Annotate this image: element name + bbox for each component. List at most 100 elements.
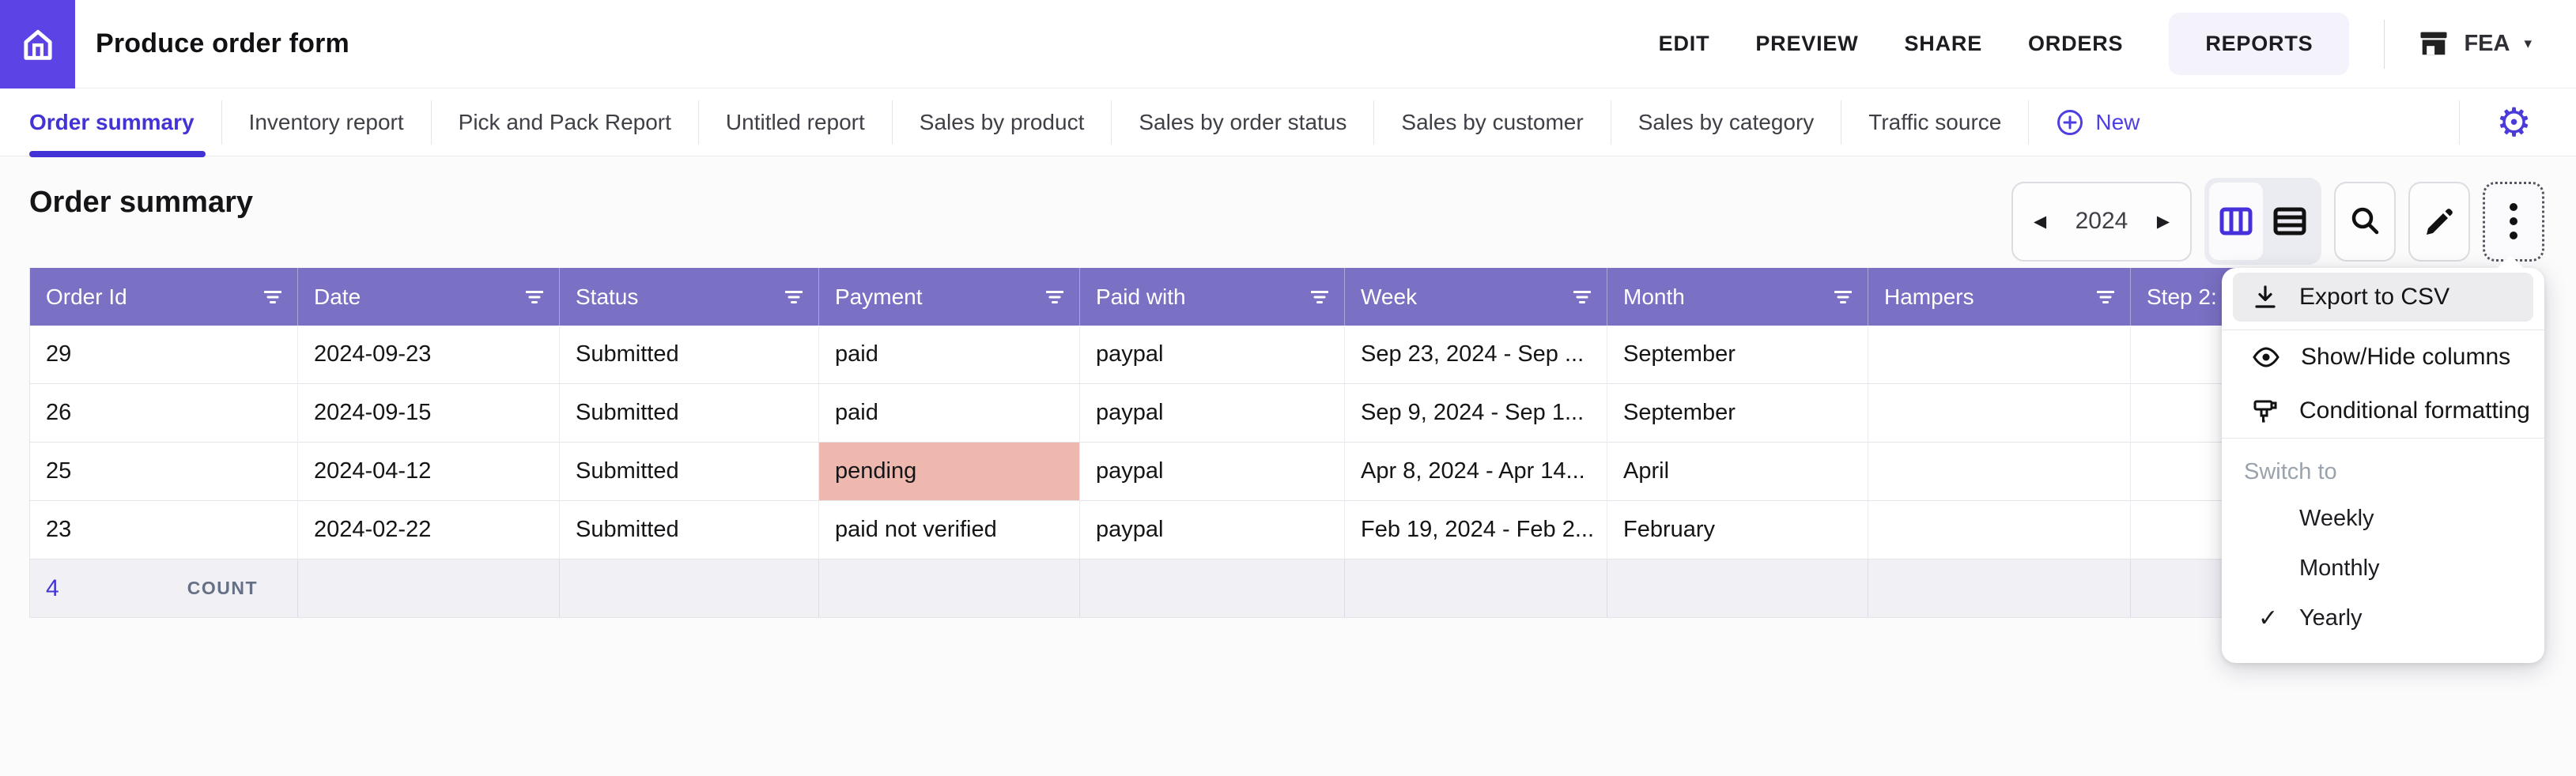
show-hide-columns-label: Show/Hide columns — [2301, 344, 2510, 371]
switch-to-label: Switch to — [2222, 450, 2544, 494]
new-report-label: New — [2095, 110, 2140, 135]
previous-year-button[interactable]: ◀ — [2034, 212, 2046, 232]
cell-order-id: 25 — [30, 443, 298, 501]
app-title: Produce order form — [96, 28, 349, 59]
switch-weekly-option[interactable]: Weekly — [2222, 494, 2544, 544]
cell-order-id: 26 — [30, 384, 298, 443]
column-header-paid-with[interactable]: Paid with — [1080, 268, 1345, 326]
cell-week: Sep 9, 2024 - Sep 1... — [1345, 384, 1607, 443]
row-view-button[interactable] — [2263, 183, 2317, 260]
tab-sales-by-category[interactable]: Sales by category — [1611, 89, 1841, 156]
column-label: Payment — [835, 284, 923, 310]
conditional-formatting-label: Conditional formatting — [2299, 397, 2530, 424]
home-button[interactable] — [0, 0, 75, 89]
conditional-formatting-item[interactable]: Conditional formatting — [2222, 384, 2544, 438]
share-button[interactable]: SHARE — [1904, 32, 1982, 56]
column-label: Hampers — [1884, 284, 1974, 310]
paint-roller-icon — [2252, 397, 2279, 424]
next-year-button[interactable]: ▶ — [2157, 212, 2170, 232]
column-header-order-id[interactable]: Order Id — [30, 268, 298, 326]
table-body: 29 2024-09-23 Submitted paid paypal Sep … — [30, 326, 2269, 559]
footer-cell — [560, 559, 819, 617]
count-label: COUNT — [187, 578, 258, 599]
more-options-button[interactable] — [2483, 182, 2544, 262]
table-row[interactable]: 25 2024-04-12 Submitted pending paypal A… — [30, 443, 2269, 501]
tab-sales-by-order-status[interactable]: Sales by order status — [1112, 89, 1373, 156]
table-row[interactable]: 26 2024-09-15 Submitted paid paypal Sep … — [30, 384, 2269, 443]
tab-pick-and-pack[interactable]: Pick and Pack Report — [432, 89, 698, 156]
tab-separator — [2459, 100, 2460, 145]
report-content: Order summary ◀ 2024 ▶ — [0, 157, 2576, 776]
tab-untitled-report[interactable]: Untitled report — [699, 89, 892, 156]
filter-icon[interactable] — [1834, 290, 1852, 304]
search-button[interactable] — [2334, 182, 2396, 262]
account-menu[interactable]: FEA ▾ — [2416, 27, 2532, 62]
column-header-week[interactable]: Week — [1345, 268, 1607, 326]
filter-icon[interactable] — [785, 290, 803, 304]
cell-week: Sep 23, 2024 - Sep ... — [1345, 326, 1607, 384]
tab-sales-by-product[interactable]: Sales by product — [893, 89, 1112, 156]
cell-status: Submitted — [560, 443, 819, 501]
cell-month: September — [1607, 326, 1868, 384]
table-row[interactable]: 29 2024-09-23 Submitted paid paypal Sep … — [30, 326, 2269, 384]
cell-payment-pending: pending — [819, 443, 1080, 501]
chevron-down-icon: ▾ — [2524, 35, 2532, 53]
cell-status: Submitted — [560, 501, 819, 559]
cell-date: 2024-04-12 — [298, 443, 560, 501]
export-to-csv-item[interactable]: Export to CSV — [2233, 273, 2533, 322]
report-toolbar: ◀ 2024 ▶ — [2011, 178, 2544, 265]
column-label: Week — [1361, 284, 1417, 310]
search-icon — [2347, 204, 2382, 239]
cell-payment: paid — [819, 384, 1080, 443]
page-title: Order summary — [29, 186, 253, 220]
filter-icon[interactable] — [1311, 290, 1328, 304]
column-header-date[interactable]: Date — [298, 268, 560, 326]
tab-sales-by-customer[interactable]: Sales by customer — [1374, 89, 1610, 156]
pencil-icon — [2422, 204, 2457, 239]
settings-gear-icon[interactable]: ⚙ — [2496, 103, 2532, 142]
count-value[interactable]: 4 — [46, 575, 59, 602]
column-view-button[interactable] — [2209, 183, 2263, 260]
new-report-tab[interactable]: New — [2029, 89, 2166, 156]
filter-icon[interactable] — [264, 290, 281, 304]
switch-monthly-option[interactable]: Monthly — [2222, 544, 2544, 593]
column-header-status[interactable]: Status — [560, 268, 819, 326]
export-to-csv-label: Export to CSV — [2299, 284, 2449, 311]
plus-circle-icon — [2056, 108, 2084, 137]
filter-icon[interactable] — [526, 290, 543, 304]
column-label: Paid with — [1096, 284, 1186, 310]
eye-icon — [2252, 343, 2280, 371]
tab-inventory-report[interactable]: Inventory report — [222, 89, 431, 156]
column-header-hampers[interactable]: Hampers — [1868, 268, 2131, 326]
edit-report-button[interactable] — [2408, 182, 2470, 262]
cell-month: February — [1607, 501, 1868, 559]
footer-cell — [1345, 559, 1607, 617]
year-value: 2024 — [2076, 208, 2128, 235]
edit-button[interactable]: EDIT — [1659, 32, 1710, 56]
store-icon — [2416, 27, 2451, 62]
monthly-label: Monthly — [2299, 556, 2380, 582]
preview-button[interactable]: PREVIEW — [1755, 32, 1858, 56]
table-header-row: Order Id Date Status Payment Paid with W… — [30, 268, 2269, 326]
column-header-month[interactable]: Month — [1607, 268, 1868, 326]
filter-icon[interactable] — [1046, 290, 1063, 304]
order-summary-table: Order Id Date Status Payment Paid with W… — [29, 268, 2270, 618]
cell-status: Submitted — [560, 326, 819, 384]
show-hide-columns-item[interactable]: Show/Hide columns — [2222, 330, 2544, 384]
tab-order-summary[interactable]: Order summary — [29, 89, 221, 156]
column-label: Month — [1623, 284, 1685, 310]
footer-cell — [1868, 559, 2131, 617]
check-icon: ✓ — [2258, 605, 2278, 632]
filter-icon[interactable] — [1573, 290, 1591, 304]
column-label: Step 2: — [2147, 284, 2217, 310]
switch-yearly-option[interactable]: ✓ Yearly — [2222, 593, 2544, 643]
tab-traffic-source[interactable]: Traffic source — [1841, 89, 2028, 156]
table-row[interactable]: 23 2024-02-22 Submitted paid not verifie… — [30, 501, 2269, 559]
column-header-payment[interactable]: Payment — [819, 268, 1080, 326]
filter-icon[interactable] — [2097, 290, 2114, 304]
reports-button[interactable]: REPORTS — [2169, 13, 2349, 75]
year-navigator: ◀ 2024 ▶ — [2011, 182, 2192, 262]
orders-button[interactable]: ORDERS — [2028, 32, 2123, 56]
weekly-label: Weekly — [2299, 506, 2374, 532]
cell-hampers — [1868, 443, 2131, 501]
